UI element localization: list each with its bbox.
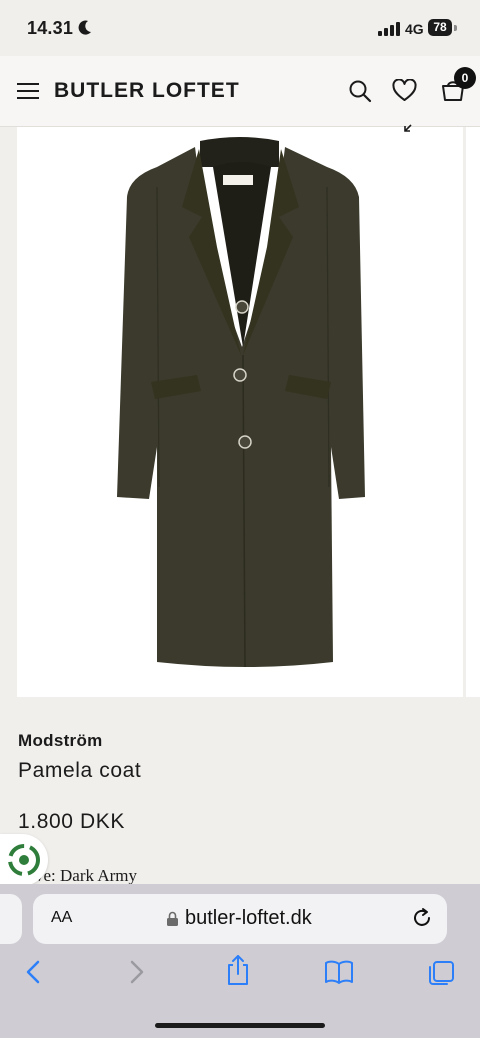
forward-arrow-icon[interactable] [128, 959, 146, 985]
signal-icon [378, 22, 400, 36]
product-name: Pamela coat [18, 759, 142, 782]
back-arrow-icon[interactable] [24, 959, 42, 985]
moon-icon [78, 20, 91, 35]
home-indicator [155, 1023, 325, 1028]
status-bar: 14.31 4G 78 [0, 0, 480, 56]
share-icon[interactable] [225, 954, 251, 986]
hamburger-menu-icon[interactable] [17, 82, 39, 100]
recycle-icon [8, 844, 40, 876]
search-icon[interactable] [348, 79, 372, 103]
site-header: BUTLER LOFTET 0 [0, 56, 480, 127]
reload-icon[interactable] [411, 907, 433, 929]
tabs-icon[interactable] [427, 960, 455, 986]
gallery-next-image[interactable] [466, 127, 480, 697]
product-image[interactable] [17, 127, 463, 697]
battery-icon: 78 [428, 19, 452, 36]
lock-icon [167, 911, 178, 926]
expand-icon[interactable] [403, 121, 415, 133]
reader-settings-button[interactable]: AA [51, 909, 72, 927]
site-logo[interactable]: BUTLER LOFTET [54, 79, 240, 103]
cart-count-badge: 0 [454, 67, 476, 89]
product-price: 1.800 DKK [18, 810, 125, 833]
eco-badge[interactable] [0, 834, 48, 886]
address-bar[interactable]: AA butler-loftet.dk [33, 894, 447, 944]
product-brand[interactable]: Modström [18, 731, 103, 751]
previous-tab-preview[interactable] [0, 894, 22, 944]
status-time: 14.31 [27, 18, 74, 38]
url-text[interactable]: butler-loftet.dk [185, 907, 312, 930]
wishlist-heart-icon[interactable] [392, 79, 417, 102]
battery-cap [454, 25, 457, 31]
bookmarks-icon[interactable] [324, 960, 354, 984]
coat-image [117, 137, 365, 668]
network-label: 4G [405, 21, 424, 37]
browser-toolbar: AA butler-loftet.dk [0, 884, 480, 1038]
